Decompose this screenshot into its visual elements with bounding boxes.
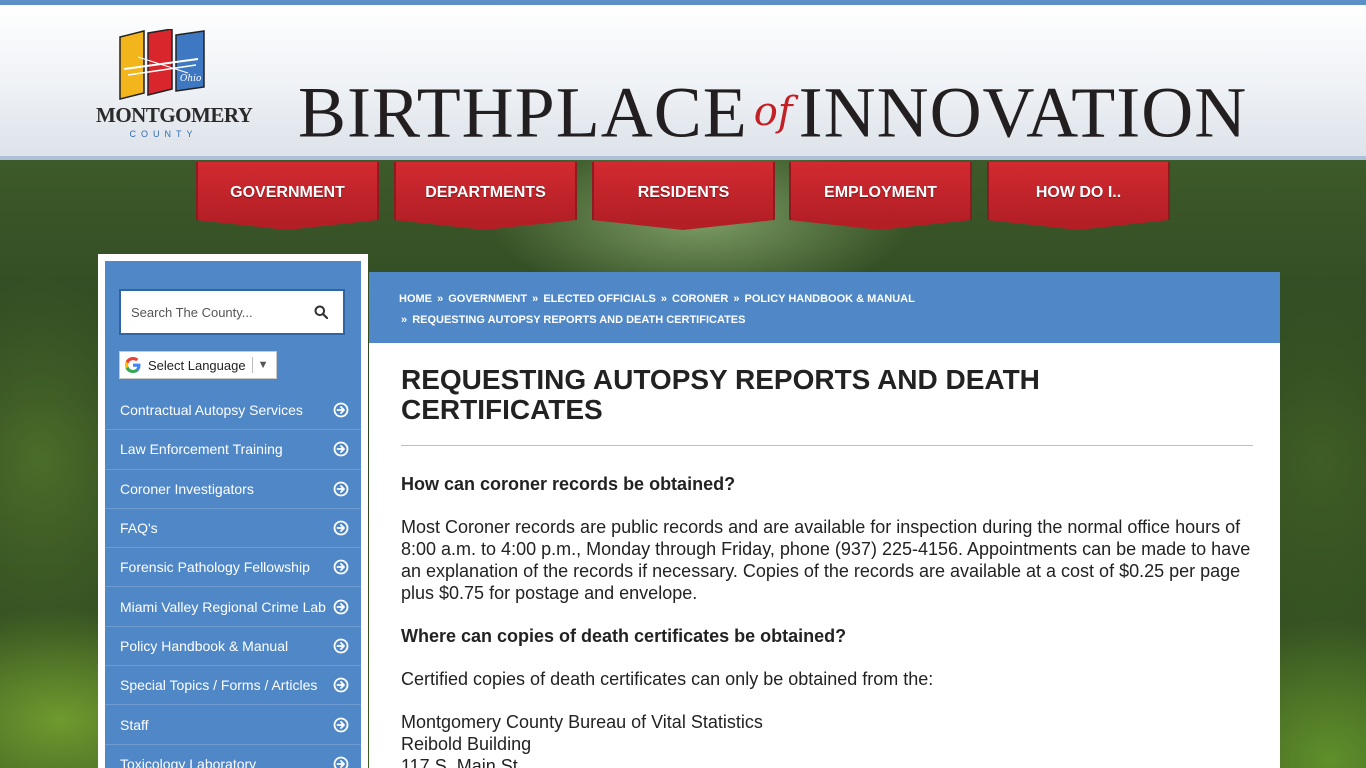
arrow-circle-right-icon — [333, 559, 349, 575]
sidebar-menu-item[interactable]: Coroner Investigators — [105, 470, 361, 509]
arrow-circle-right-icon — [333, 677, 349, 693]
tagline-connector: of — [753, 89, 793, 136]
breadcrumb-item[interactable]: GOVERNMENT — [448, 293, 527, 305]
arrow-circle-right-icon — [333, 442, 349, 457]
language-select-divider — [251, 357, 253, 373]
breadcrumb-separator: » — [660, 293, 667, 305]
arrow-circle-right-icon — [333, 717, 349, 732]
sidebar-menu-item[interactable]: Toxicology Laboratory — [105, 745, 361, 768]
search-box — [119, 289, 345, 335]
breadcrumb-item[interactable]: HOME — [399, 293, 432, 305]
sidebar: Select Language ▼ Contractual Autopsy Se… — [98, 254, 368, 768]
nav-employment[interactable]: EMPLOYMENT — [789, 162, 972, 230]
arrow-circle-right-icon — [333, 520, 349, 536]
arrow-circle-right-icon — [333, 756, 349, 768]
main-content: HOME » GOVERNMENT » ELECTED OFFICIALS » … — [369, 272, 1280, 768]
dropdown-arrow-icon: ▼ — [257, 359, 269, 371]
search-icon — [314, 305, 328, 319]
sidebar-panel: Select Language ▼ Contractual Autopsy Se… — [105, 261, 361, 768]
breadcrumb-separator: » — [437, 293, 444, 305]
address-line: 117 S. Main St. — [401, 756, 523, 768]
breadcrumb-item[interactable]: POLICY HANDBOOK & MANUAL — [745, 293, 915, 305]
sidebar-menu-item-label: Coroner Investigators — [120, 480, 254, 497]
flags-logo-icon: Ohio — [119, 29, 205, 100]
nav-departments[interactable]: DEPARTMENTS — [394, 162, 577, 230]
sidebar-menu-item-label: Toxicology Laboratory — [120, 755, 257, 768]
sidebar-menu-item-label: Special Topics / Forms / Articles — [120, 677, 318, 694]
sidebar-menu-item[interactable]: Miami Valley Regional Crime Lab — [105, 587, 361, 627]
nav-government[interactable]: GOVERNMENT — [196, 162, 379, 230]
sidebar-menu-item-label: Policy Handbook & Manual — [120, 637, 289, 654]
sidebar-menu-item[interactable]: FAQ's — [105, 509, 361, 549]
question-heading: How can coroner records be obtained? — [401, 474, 736, 494]
address-line: Reibold Building — [401, 734, 532, 754]
site-header: Ohio MONTGOMERY COUNTY BIRTHPLACE ofINNOV… — [0, 0, 1366, 160]
nav-residents[interactable]: RESIDENTS — [592, 162, 775, 230]
google-g-icon — [125, 357, 141, 373]
sidebar-menu-item[interactable]: Policy Handbook & Manual — [105, 627, 361, 667]
arrow-circle-right-icon — [333, 599, 349, 615]
sidebar-menu-item-label: Forensic Pathology Fellowship — [120, 559, 310, 576]
breadcrumb: HOME » GOVERNMENT » ELECTED OFFICIALS » … — [369, 272, 1280, 343]
sidebar-menu-item[interactable]: Staff — [105, 705, 361, 745]
paragraph: Most Coroner records are public records … — [401, 517, 1251, 603]
arrow-circle-right-icon — [333, 402, 349, 418]
arrow-circle-right-icon — [333, 481, 349, 497]
search-button[interactable] — [303, 295, 339, 329]
sidebar-menu-item[interactable]: Contractual Autopsy Services — [105, 391, 361, 431]
language-select[interactable]: Select Language ▼ — [119, 351, 277, 379]
breadcrumb-separator: » — [401, 314, 408, 326]
tagline: BIRTHPLACE ofINNOVATION — [298, 71, 1273, 153]
nav-how-do-i[interactable]: HOW DO I.. — [987, 162, 1170, 230]
breadcrumb-item[interactable]: CORONER — [672, 293, 728, 305]
logo-flag-text: Ohio — [180, 74, 202, 84]
question-heading: Where can copies of death certificates b… — [401, 626, 847, 646]
paragraph: Certified copies of death certificates c… — [401, 669, 934, 689]
logo-subtitle: COUNTY — [129, 129, 198, 139]
logo-wordmark: MONTGOMERY — [96, 103, 253, 127]
breadcrumb-item[interactable]: ELECTED OFFICIALS — [543, 293, 655, 305]
page-title: REQUESTING AUTOPSY REPORTS AND DEATH CER… — [401, 364, 1040, 425]
sidebar-menu-item[interactable]: Special Topics / Forms / Articles — [105, 666, 361, 706]
title-divider — [401, 445, 1253, 446]
sidebar-menu: Contractual Autopsy Services Law Enforcem… — [105, 391, 361, 768]
sidebar-menu-item-label: Contractual Autopsy Services — [120, 402, 303, 419]
language-select-label: Select Language — [148, 357, 246, 373]
tagline-part2: INNOVATION — [798, 72, 1248, 153]
article-body: How can coroner records be obtained? Mos… — [401, 473, 1251, 768]
breadcrumb-separator: » — [532, 293, 539, 305]
sidebar-menu-item[interactable]: Forensic Pathology Fellowship — [105, 548, 361, 588]
breadcrumb-separator: » — [733, 293, 740, 305]
sidebar-menu-item-label: Miami Valley Regional Crime Lab — [120, 598, 326, 615]
breadcrumb-item: REQUESTING AUTOPSY REPORTS AND DEATH CER… — [412, 314, 746, 326]
arrow-circle-right-icon — [333, 638, 349, 654]
sidebar-menu-item-label: Law Enforcement Training — [120, 441, 283, 458]
county-logo[interactable]: Ohio MONTGOMERY COUNTY — [96, 25, 253, 145]
address-line: Montgomery County Bureau of Vital Statis… — [401, 712, 763, 732]
search-input[interactable] — [131, 291, 306, 333]
tagline-part1: BIRTHPLACE — [298, 72, 748, 153]
sidebar-menu-item[interactable]: Law Enforcement Training — [105, 430, 361, 470]
sidebar-menu-item-label: FAQ's — [120, 520, 158, 537]
sidebar-menu-item-label: Staff — [120, 716, 149, 733]
